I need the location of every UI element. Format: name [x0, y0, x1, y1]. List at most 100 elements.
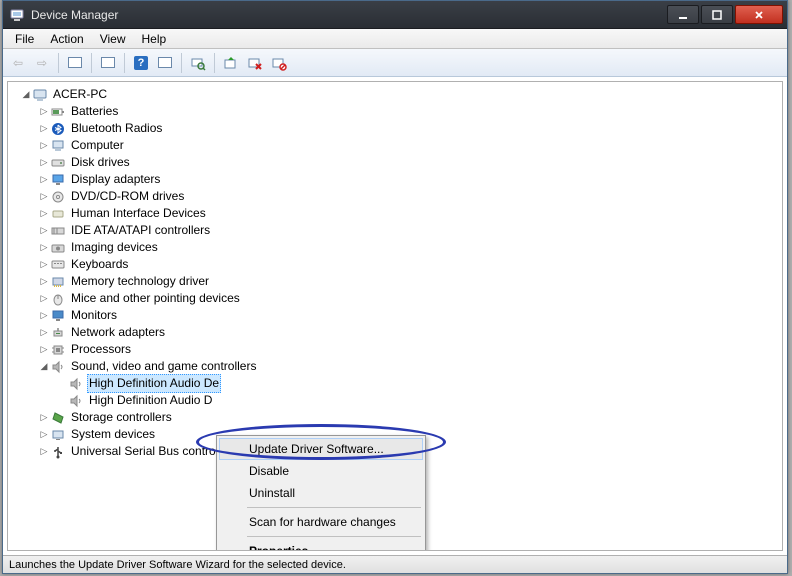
tree-item-bluetooth[interactable]: ▷ Bluetooth Radios [10, 120, 780, 137]
tree-item-label: Display adapters [69, 171, 162, 188]
expand-icon[interactable]: ▷ [38, 443, 50, 460]
computer-icon [50, 138, 66, 154]
display-icon [50, 172, 66, 188]
tree-item-hid[interactable]: ▷ Human Interface Devices [10, 205, 780, 222]
device-tree[interactable]: ◢ ACER-PC ▷ Batteries ▷ Bluetooth Radios… [7, 81, 783, 551]
tree-item-hd-audio-1[interactable]: High Definition Audio De [10, 375, 780, 392]
menubar: File Action View Help [3, 29, 787, 49]
tree-item-monitors[interactable]: ▷ Monitors [10, 307, 780, 324]
tree-item-imaging[interactable]: ▷ Imaging devices [10, 239, 780, 256]
tree-item-hd-audio-2[interactable]: High Definition Audio D [10, 392, 780, 409]
disable-button[interactable] [268, 52, 290, 74]
expand-icon[interactable]: ▷ [38, 205, 50, 222]
tree-item-sound[interactable]: ◢ Sound, video and game controllers [10, 358, 780, 375]
uninstall-button[interactable] [244, 52, 266, 74]
network-icon [50, 325, 66, 341]
tree-item-batteries[interactable]: ▷ Batteries [10, 103, 780, 120]
app-icon [9, 7, 25, 23]
expand-icon[interactable]: ▷ [38, 188, 50, 205]
disable-icon [271, 55, 287, 71]
tree-item-label: Keyboards [69, 256, 130, 273]
expand-icon[interactable]: ▷ [38, 324, 50, 341]
frame-icon [158, 57, 172, 68]
mouse-icon [50, 291, 66, 307]
tree-item-display[interactable]: ▷ Display adapters [10, 171, 780, 188]
forward-arrow-icon: ⇨ [37, 56, 47, 70]
expand-icon[interactable]: ▷ [38, 154, 50, 171]
scan-hardware-button[interactable] [187, 52, 209, 74]
camera-icon [50, 240, 66, 256]
tree-item-label: Monitors [69, 307, 119, 324]
tree-root[interactable]: ◢ ACER-PC [10, 86, 780, 103]
frame-button-2[interactable] [97, 52, 119, 74]
menu-view[interactable]: View [92, 30, 134, 48]
statusbar-text: Launches the Update Driver Software Wiza… [9, 559, 346, 571]
close-button[interactable] [735, 5, 783, 24]
help-icon: ? [134, 56, 148, 70]
tree-item-processors[interactable]: ▷ Processors [10, 341, 780, 358]
update-icon [223, 55, 239, 71]
tree-item-label: Computer [69, 137, 126, 154]
tree-item-label: Bluetooth Radios [69, 120, 164, 137]
device-manager-window: Device Manager File Action View Help ⇦ ⇨ [2, 0, 788, 574]
usb-icon [50, 444, 66, 460]
collapse-icon[interactable]: ◢ [20, 86, 32, 103]
expand-icon[interactable]: ▷ [38, 171, 50, 188]
memory-icon [50, 274, 66, 290]
ctx-uninstall[interactable]: Uninstall [219, 482, 423, 504]
context-menu: Update Driver Software... Disable Uninst… [216, 435, 426, 551]
expand-icon[interactable]: ▷ [38, 137, 50, 154]
frame-icon [101, 57, 115, 68]
expand-icon[interactable]: ▷ [38, 307, 50, 324]
collapse-icon[interactable]: ◢ [38, 358, 50, 375]
ctx-properties[interactable]: Properties [219, 540, 423, 551]
tree-item-label: Memory technology driver [69, 273, 211, 290]
toolbar-separator [91, 53, 92, 73]
update-driver-button[interactable] [220, 52, 242, 74]
expand-icon[interactable]: ▷ [38, 426, 50, 443]
uninstall-icon [247, 55, 263, 71]
tree-item-dvd[interactable]: ▷ DVD/CD-ROM drives [10, 188, 780, 205]
minimize-button[interactable] [667, 5, 699, 24]
tree-item-label: Universal Serial Bus controll [69, 443, 223, 460]
hid-icon [50, 206, 66, 222]
tree-item-label: Sound, video and game controllers [69, 358, 258, 375]
tree-item-network[interactable]: ▷ Network adapters [10, 324, 780, 341]
tree-root-label: ACER-PC [51, 86, 109, 103]
expand-icon[interactable]: ▷ [38, 239, 50, 256]
show-hide-console-button[interactable] [64, 52, 86, 74]
frame-button-3[interactable] [154, 52, 176, 74]
menu-file[interactable]: File [7, 30, 42, 48]
tree-item-computer[interactable]: ▷ Computer [10, 137, 780, 154]
tree-item-label: Human Interface Devices [69, 205, 208, 222]
ctx-scan[interactable]: Scan for hardware changes [219, 511, 423, 533]
titlebar: Device Manager [3, 1, 787, 29]
tree-item-storage[interactable]: ▷ Storage controllers [10, 409, 780, 426]
forward-button: ⇨ [31, 52, 53, 74]
ide-icon [50, 223, 66, 239]
expand-icon[interactable]: ▷ [38, 120, 50, 137]
expand-icon[interactable]: ▷ [38, 409, 50, 426]
menu-help[interactable]: Help [134, 30, 175, 48]
ctx-disable[interactable]: Disable [219, 460, 423, 482]
help-button[interactable]: ? [130, 52, 152, 74]
expand-icon[interactable]: ▷ [38, 222, 50, 239]
expand-icon[interactable]: ▷ [38, 103, 50, 120]
speaker-icon [68, 393, 84, 409]
menu-action[interactable]: Action [42, 30, 91, 48]
maximize-button[interactable] [701, 5, 733, 24]
expand-icon[interactable]: ▷ [38, 341, 50, 358]
tree-item-mice[interactable]: ▷ Mice and other pointing devices [10, 290, 780, 307]
tree-item-label: IDE ATA/ATAPI controllers [69, 222, 212, 239]
tree-item-ide[interactable]: ▷ IDE ATA/ATAPI controllers [10, 222, 780, 239]
expand-icon[interactable]: ▷ [38, 290, 50, 307]
speaker-icon [68, 376, 84, 392]
ctx-update-driver[interactable]: Update Driver Software... [219, 438, 423, 460]
tree-item-disk-drives[interactable]: ▷ Disk drives [10, 154, 780, 171]
tree-item-keyboards[interactable]: ▷ Keyboards [10, 256, 780, 273]
expand-icon[interactable]: ▷ [38, 256, 50, 273]
system-icon [50, 427, 66, 443]
expand-icon[interactable]: ▷ [38, 273, 50, 290]
ctx-separator [247, 536, 421, 537]
tree-item-memory[interactable]: ▷ Memory technology driver [10, 273, 780, 290]
